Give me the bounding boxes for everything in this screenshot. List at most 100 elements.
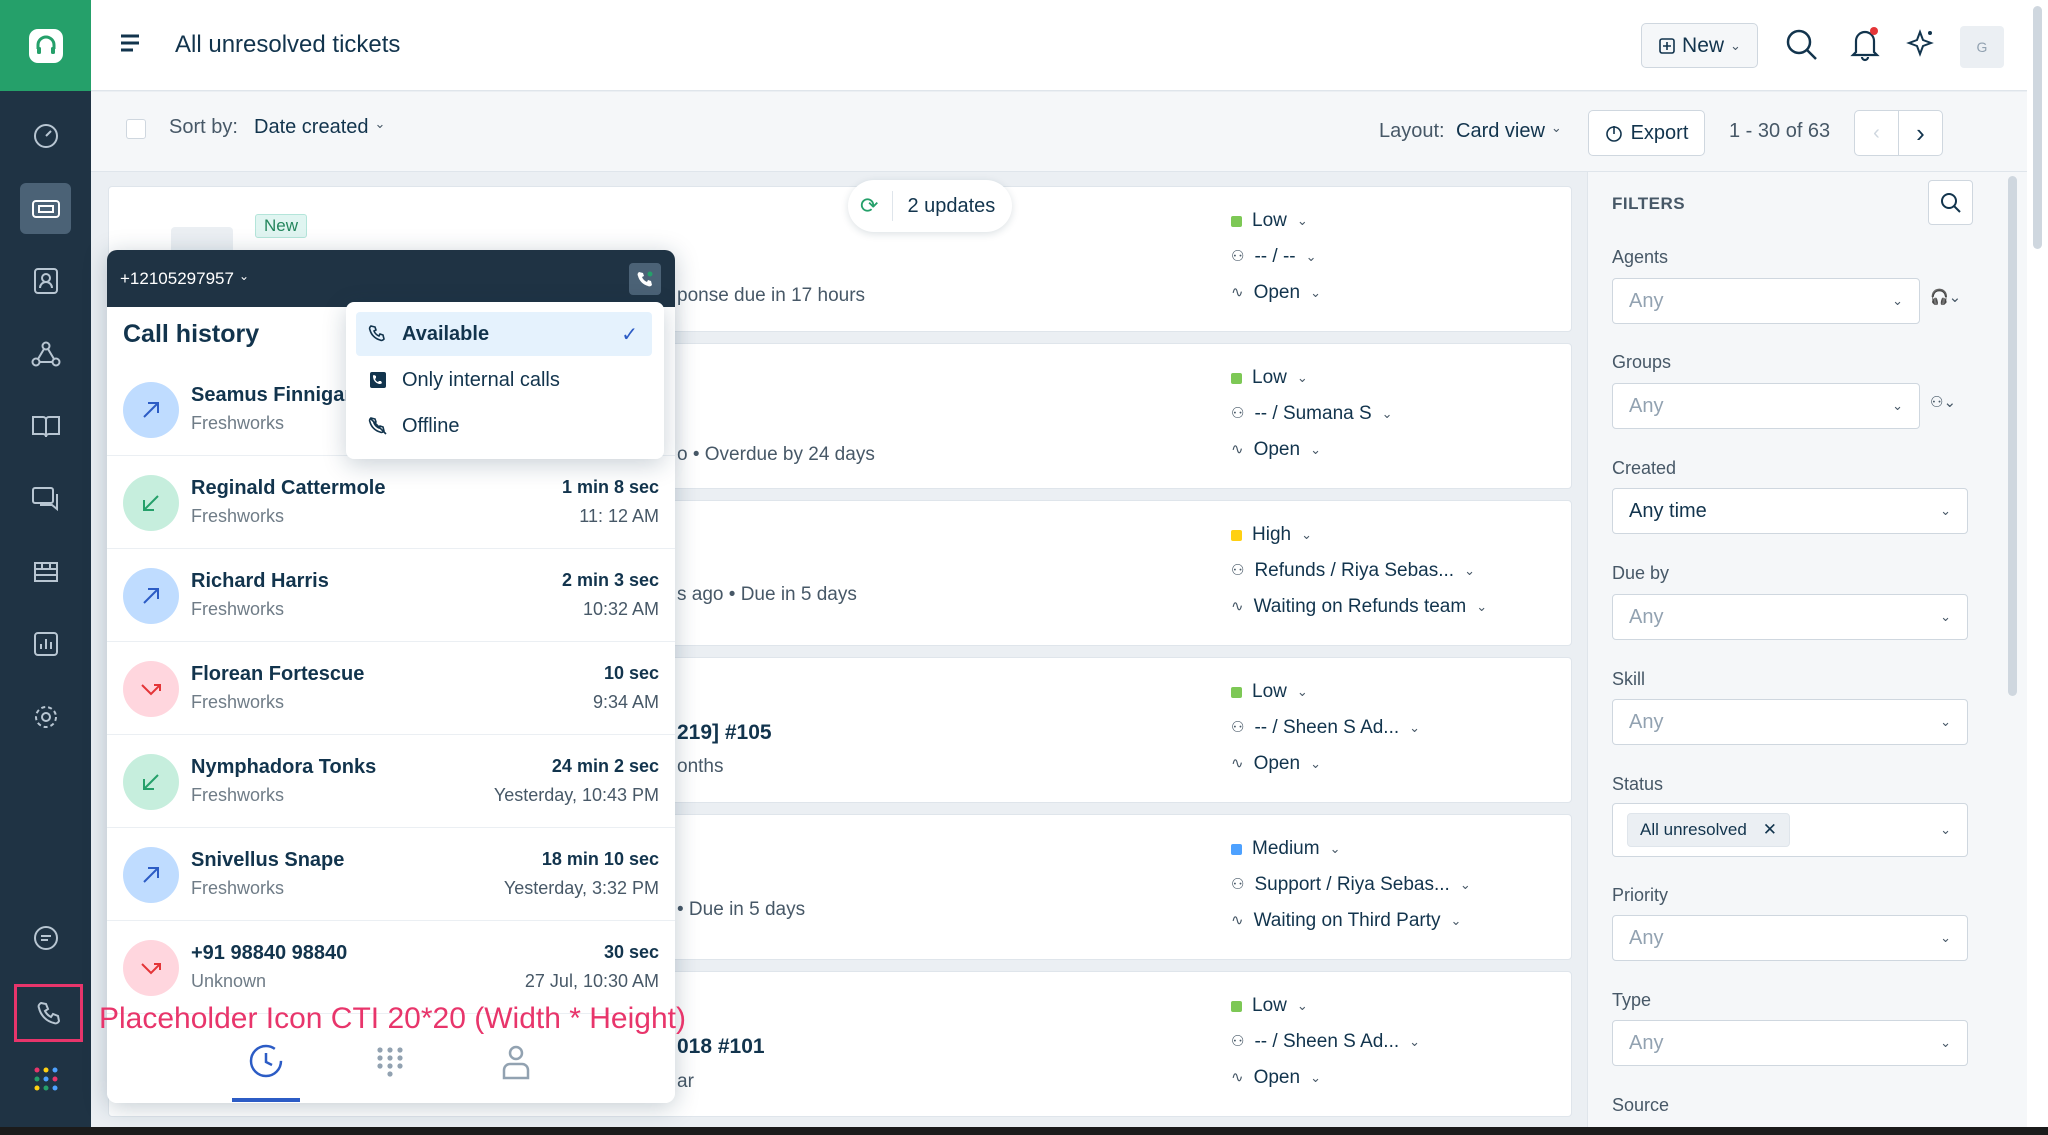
- created-select[interactable]: Any time ⌄: [1612, 488, 1968, 534]
- status-dropdown[interactable]: ∿ Waiting on Third Party ⌄: [1231, 903, 1471, 939]
- call-history-tab-icon[interactable]: [247, 1042, 285, 1080]
- priority-dropdown[interactable]: Medium ⌄: [1231, 831, 1471, 867]
- type-select[interactable]: Any ⌄: [1612, 1020, 1968, 1066]
- people-icon[interactable]: ⚇⌄: [1930, 393, 1956, 411]
- new-button[interactable]: New ⌄: [1641, 23, 1758, 68]
- next-page-button[interactable]: ›: [1898, 110, 1943, 156]
- apps-grid-nav[interactable]: [20, 1053, 71, 1104]
- person-icon: ⚇: [1231, 248, 1245, 265]
- status-select[interactable]: All unresolved ✕ ⌄: [1612, 803, 1968, 857]
- top-header: All unresolved tickets New ⌄ G: [91, 0, 2027, 91]
- status-option-available[interactable]: Available ✓: [356, 312, 652, 356]
- reports-nav[interactable]: [20, 618, 71, 669]
- filter-search-button[interactable]: [1928, 180, 1973, 225]
- priority-dropdown[interactable]: Low ⌄: [1231, 203, 1321, 239]
- status-dropdown[interactable]: ∿ Waiting on Refunds team ⌄: [1231, 589, 1487, 625]
- dashboard-nav[interactable]: [20, 110, 71, 161]
- page-scrollbar-thumb[interactable]: [2033, 6, 2042, 249]
- page-scrollbar[interactable]: [2027, 0, 2048, 1135]
- call-item[interactable]: Florean Fortescue Freshworks 10 sec 9:34…: [107, 643, 675, 735]
- chevron-down-icon: ⌄: [1730, 37, 1741, 53]
- status-dropdown[interactable]: ∿ Open ⌄: [1231, 275, 1321, 311]
- search-icon[interactable]: [1785, 28, 1819, 62]
- freddy-chat-nav[interactable]: [20, 912, 71, 963]
- status-tag: All unresolved ✕: [1627, 813, 1791, 847]
- freddy-ai-icon[interactable]: [1903, 27, 1937, 61]
- outgoing-call-icon: [123, 847, 179, 903]
- agents-select[interactable]: Any ⌄: [1612, 278, 1920, 324]
- chevron-right-icon: ›: [1916, 117, 1925, 148]
- ticket-properties: Medium ⌄ ⚇ Support / Riya Sebas... ⌄ ∿ Waiti…: [1231, 831, 1471, 939]
- call-item[interactable]: Nymphadora Tonks Freshworks 24 min 2 sec…: [107, 736, 675, 828]
- dialpad-tab-icon[interactable]: [375, 1046, 405, 1078]
- assignee-dropdown[interactable]: ⚇ -- / Sumana S ⌄: [1231, 396, 1393, 432]
- assignee-dropdown[interactable]: ⚇ -- / -- ⌄: [1231, 239, 1321, 275]
- tickets-nav[interactable]: [20, 183, 71, 234]
- forums-nav[interactable]: [20, 473, 71, 524]
- select-all-checkbox[interactable]: [126, 119, 146, 139]
- chat-circle-icon: [33, 925, 58, 950]
- chevron-down-icon: ⌄: [1464, 563, 1475, 578]
- call-item[interactable]: Reginald Cattermole Freshworks 1 min 8 s…: [107, 457, 675, 549]
- sort-value: Date created: [254, 116, 369, 138]
- prev-page-button[interactable]: ‹: [1854, 110, 1899, 156]
- status-option-offline[interactable]: Offline: [356, 404, 652, 448]
- availability-menu: Available ✓ Only internal calls Offline: [346, 302, 664, 459]
- due-by-select[interactable]: Any ⌄: [1612, 594, 1968, 640]
- status-dropdown[interactable]: ∿ Open ⌄: [1231, 1060, 1420, 1096]
- status-option-internal[interactable]: Only internal calls: [356, 358, 652, 402]
- cti-phone-button[interactable]: [14, 984, 83, 1042]
- chevron-down-icon: ⌄: [1940, 930, 1951, 945]
- availability-toggle[interactable]: [629, 263, 661, 295]
- book-icon: [31, 415, 60, 437]
- headset-icon[interactable]: 🎧⌄: [1930, 288, 1961, 306]
- call-item[interactable]: Richard Harris Freshworks 2 min 3 sec 10…: [107, 550, 675, 642]
- outgoing-call-icon: [123, 382, 179, 438]
- priority-value: Low: [1252, 995, 1287, 1016]
- assignee-value: Refunds / Riya Sebas...: [1254, 560, 1455, 581]
- admin-nav[interactable]: [20, 691, 71, 742]
- contacts-tab-icon[interactable]: [501, 1044, 531, 1080]
- assignee-dropdown[interactable]: ⚇ Support / Riya Sebas... ⌄: [1231, 867, 1471, 903]
- phone-number-dropdown[interactable]: +12105297957 ⌄: [120, 269, 249, 289]
- call-item[interactable]: +91 98840 98840 Unknown 30 sec 27 Jul, 1…: [107, 922, 675, 1014]
- status-dropdown[interactable]: ∿ Open ⌄: [1231, 432, 1393, 468]
- hamburger-menu-icon[interactable]: [119, 33, 141, 53]
- priority-dropdown[interactable]: Low ⌄: [1231, 988, 1420, 1024]
- filters-scrollbar-thumb[interactable]: [2008, 176, 2017, 696]
- priority-dropdown[interactable]: High ⌄: [1231, 517, 1487, 553]
- updates-pill[interactable]: ⟳ 2 updates: [848, 180, 1012, 232]
- assignee-dropdown[interactable]: ⚇ -- / Sheen S Ad... ⌄: [1231, 710, 1420, 746]
- agents-value: Any: [1629, 289, 1664, 312]
- knowledge-base-nav[interactable]: [20, 400, 71, 451]
- call-item[interactable]: Snivellus Snape Freshworks 18 min 10 sec…: [107, 829, 675, 921]
- layout-dropdown[interactable]: Card view ⌄: [1456, 120, 1562, 143]
- groups-select[interactable]: Any ⌄: [1612, 383, 1920, 429]
- status-dropdown[interactable]: ∿ Open ⌄: [1231, 746, 1420, 782]
- chevron-down-icon: ⌄: [1940, 822, 1951, 837]
- status-option-label: Offline: [402, 414, 460, 437]
- assignee-dropdown[interactable]: ⚇ Refunds / Riya Sebas... ⌄: [1231, 553, 1487, 589]
- contacts-nav[interactable]: [20, 255, 71, 306]
- priority-dropdown[interactable]: Low ⌄: [1231, 674, 1420, 710]
- freshdesk-logo[interactable]: [0, 0, 91, 91]
- chevron-down-icon: ⌄: [1310, 1070, 1321, 1085]
- priority-select[interactable]: Any ⌄: [1612, 915, 1968, 961]
- groups-label: Groups: [1612, 352, 1672, 372]
- assignee-dropdown[interactable]: ⚇ -- / Sheen S Ad... ⌄: [1231, 1024, 1420, 1060]
- chevron-down-icon: ⌄: [1459, 877, 1471, 892]
- notification-bell-icon[interactable]: [1849, 26, 1881, 62]
- export-button[interactable]: Export: [1588, 110, 1705, 156]
- priority-dropdown[interactable]: Low ⌄: [1231, 360, 1393, 396]
- user-avatar[interactable]: G: [1960, 26, 2004, 68]
- sort-dropdown[interactable]: Date created ⌄: [254, 116, 385, 139]
- skill-select[interactable]: Any ⌄: [1612, 699, 1968, 745]
- status-value: Open: [1253, 282, 1301, 303]
- groups-nav[interactable]: [20, 328, 71, 379]
- assets-nav[interactable]: [20, 546, 71, 597]
- status-value: Waiting on Refunds team: [1253, 596, 1467, 617]
- close-icon[interactable]: ✕: [1763, 820, 1777, 840]
- type-label: Type: [1612, 990, 1652, 1010]
- caller-name: Florean Fortescue: [191, 663, 365, 685]
- type-value: Any: [1629, 1031, 1664, 1054]
